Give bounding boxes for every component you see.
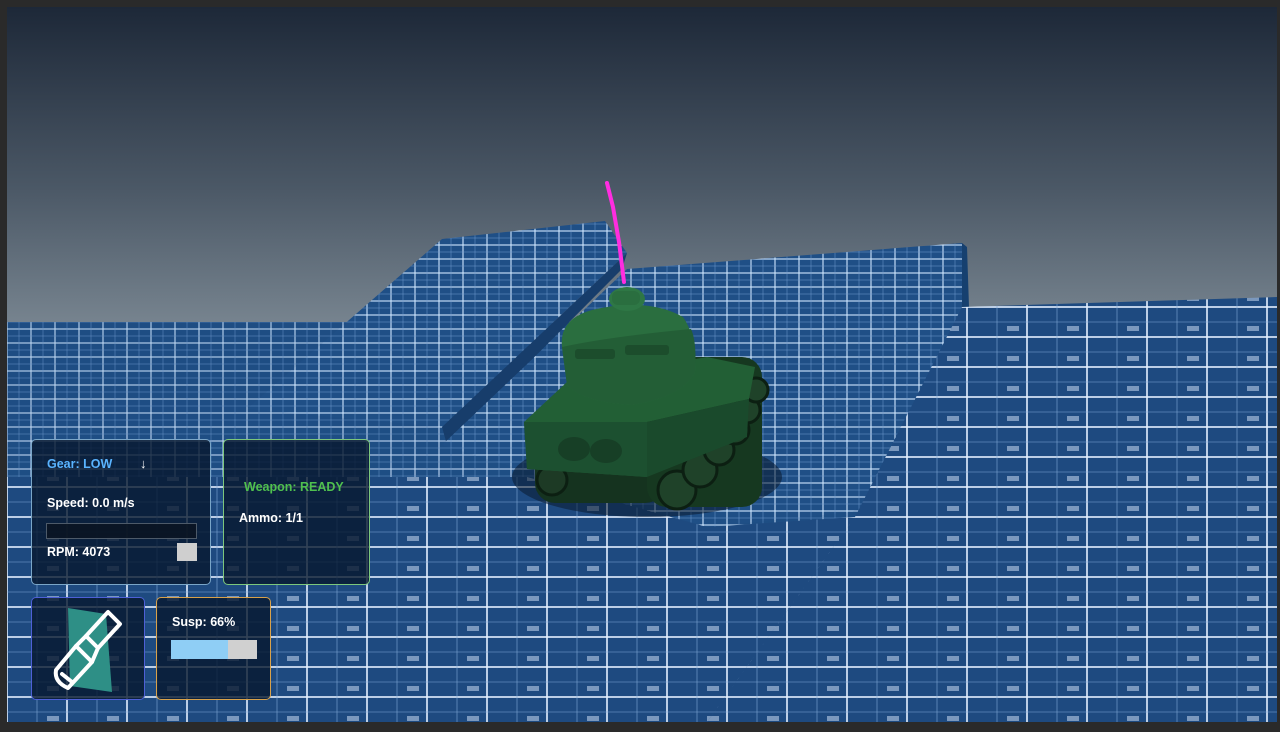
down-arrow-icon: ↓ bbox=[140, 456, 147, 471]
rpm-label: RPM: 4073 bbox=[47, 545, 111, 559]
ammo-count: Ammo: 1/1 bbox=[239, 511, 303, 525]
suspension-panel: Susp: 66% bbox=[156, 597, 271, 700]
suspension-label: Susp: 66% bbox=[172, 615, 236, 629]
weapon-status: Weapon: READY bbox=[244, 480, 344, 494]
suspension-bar-fill bbox=[171, 640, 228, 659]
suspension-bar bbox=[171, 640, 257, 659]
weapon-panel: Weapon: READY Ammo: 1/1 bbox=[223, 439, 370, 585]
speed-bar bbox=[46, 523, 197, 539]
window-frame: Gear: LOW ↓ Speed: 0.0 m/s RPM: 4073 Wea… bbox=[0, 0, 1280, 732]
speed-label: Speed: 0.0 m/s bbox=[47, 496, 135, 510]
game-viewport[interactable]: Gear: LOW ↓ Speed: 0.0 m/s RPM: 4073 Wea… bbox=[7, 7, 1277, 722]
paint-brush-icon bbox=[53, 608, 122, 692]
drive-panel: Gear: LOW ↓ Speed: 0.0 m/s RPM: 4073 bbox=[31, 439, 211, 585]
tool-slot[interactable] bbox=[31, 597, 145, 700]
rpm-indicator bbox=[177, 543, 197, 561]
gear-label: Gear: LOW bbox=[47, 457, 113, 471]
